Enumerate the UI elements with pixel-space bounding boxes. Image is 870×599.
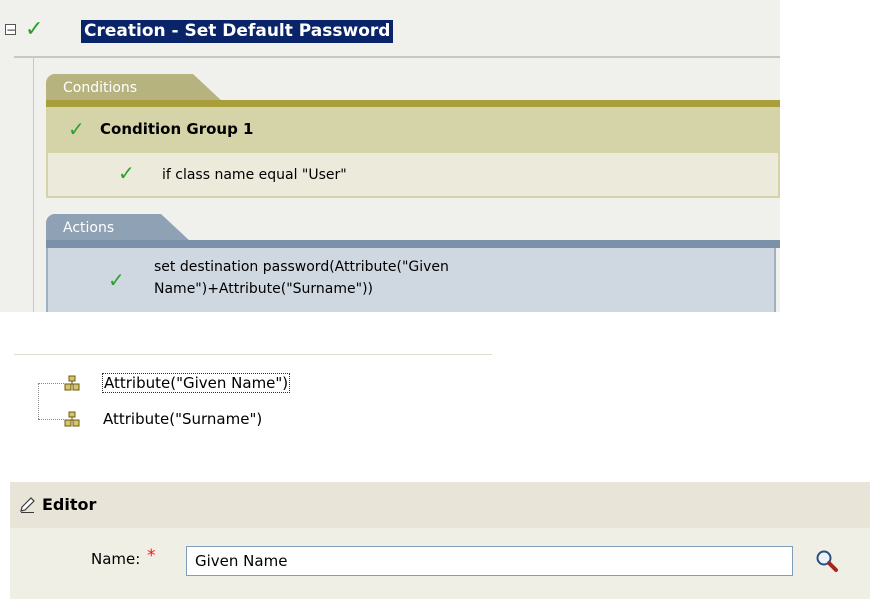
tree-divider <box>14 354 492 355</box>
editor-body: Name: * <box>10 528 870 599</box>
tree-item-given-name[interactable]: Attribute("Given Name") <box>102 373 291 393</box>
action-row[interactable]: ✓ set destination password(Attribute("Gi… <box>46 248 776 312</box>
editor-header: Editor <box>10 482 870 528</box>
action-label: set destination password(Attribute("Give… <box>154 259 449 297</box>
attribute-icon <box>64 411 80 427</box>
condition-row[interactable]: ✓ if class name equal "User" <box>46 153 780 198</box>
name-label: Name: <box>91 550 141 568</box>
tree-connector <box>38 383 39 419</box>
actions-tab: Actions <box>46 214 191 242</box>
actions-bar <box>46 240 780 248</box>
rule-divider <box>14 56 780 58</box>
tree-item-surname[interactable]: Attribute("Surname") <box>102 410 263 428</box>
rule-indent-line <box>33 58 34 312</box>
conditions-tab: Conditions <box>46 74 223 102</box>
pencil-icon <box>20 497 35 513</box>
action-check-icon: ✓ <box>108 268 125 292</box>
condition-label: if class name equal "User" <box>162 167 347 183</box>
editor-title: Editor <box>42 495 97 514</box>
rule-title[interactable]: Creation - Set Default Password <box>81 20 394 43</box>
condition-check-icon: ✓ <box>118 161 135 185</box>
rule-panel: − ✓ Creation - Set Default Password Cond… <box>0 0 780 312</box>
collapse-toggle-icon[interactable]: − <box>5 24 16 36</box>
condition-group-label: Condition Group 1 <box>100 120 254 138</box>
magnifier-icon[interactable] <box>814 548 840 574</box>
tree-connector <box>38 419 64 420</box>
conditions-bar <box>46 100 780 107</box>
condition-group-check-icon: ✓ <box>68 117 85 141</box>
attribute-icon <box>64 375 80 391</box>
condition-group-row[interactable]: ✓ Condition Group 1 <box>46 107 780 153</box>
required-marker: * <box>147 546 156 566</box>
enabled-check-icon: ✓ <box>25 17 44 42</box>
tree-connector <box>38 383 64 384</box>
name-input[interactable] <box>186 546 793 576</box>
